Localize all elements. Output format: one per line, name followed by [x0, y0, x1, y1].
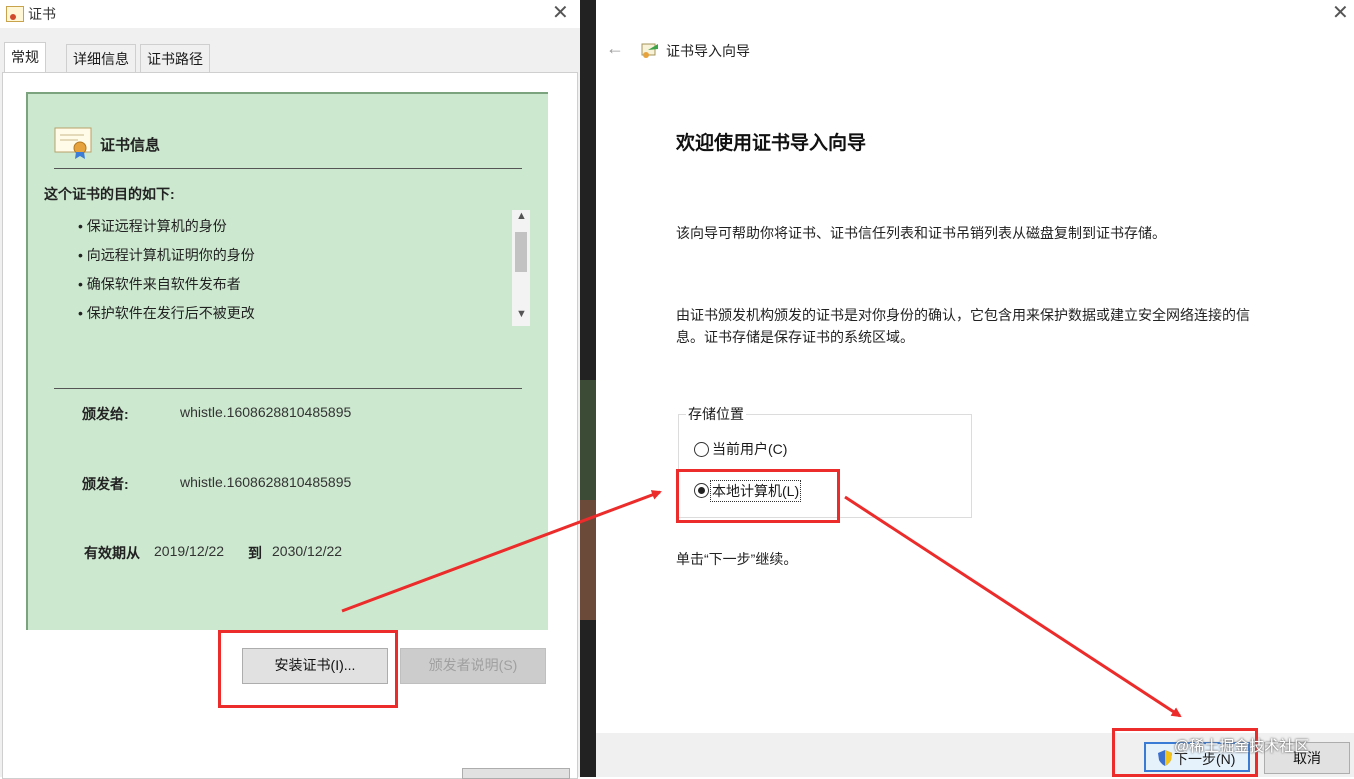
- annotation-arrows: [341, 490, 1182, 718]
- arrow-install-to-local-machine: [341, 490, 662, 613]
- arrow-local-machine-to-next: [844, 495, 1182, 718]
